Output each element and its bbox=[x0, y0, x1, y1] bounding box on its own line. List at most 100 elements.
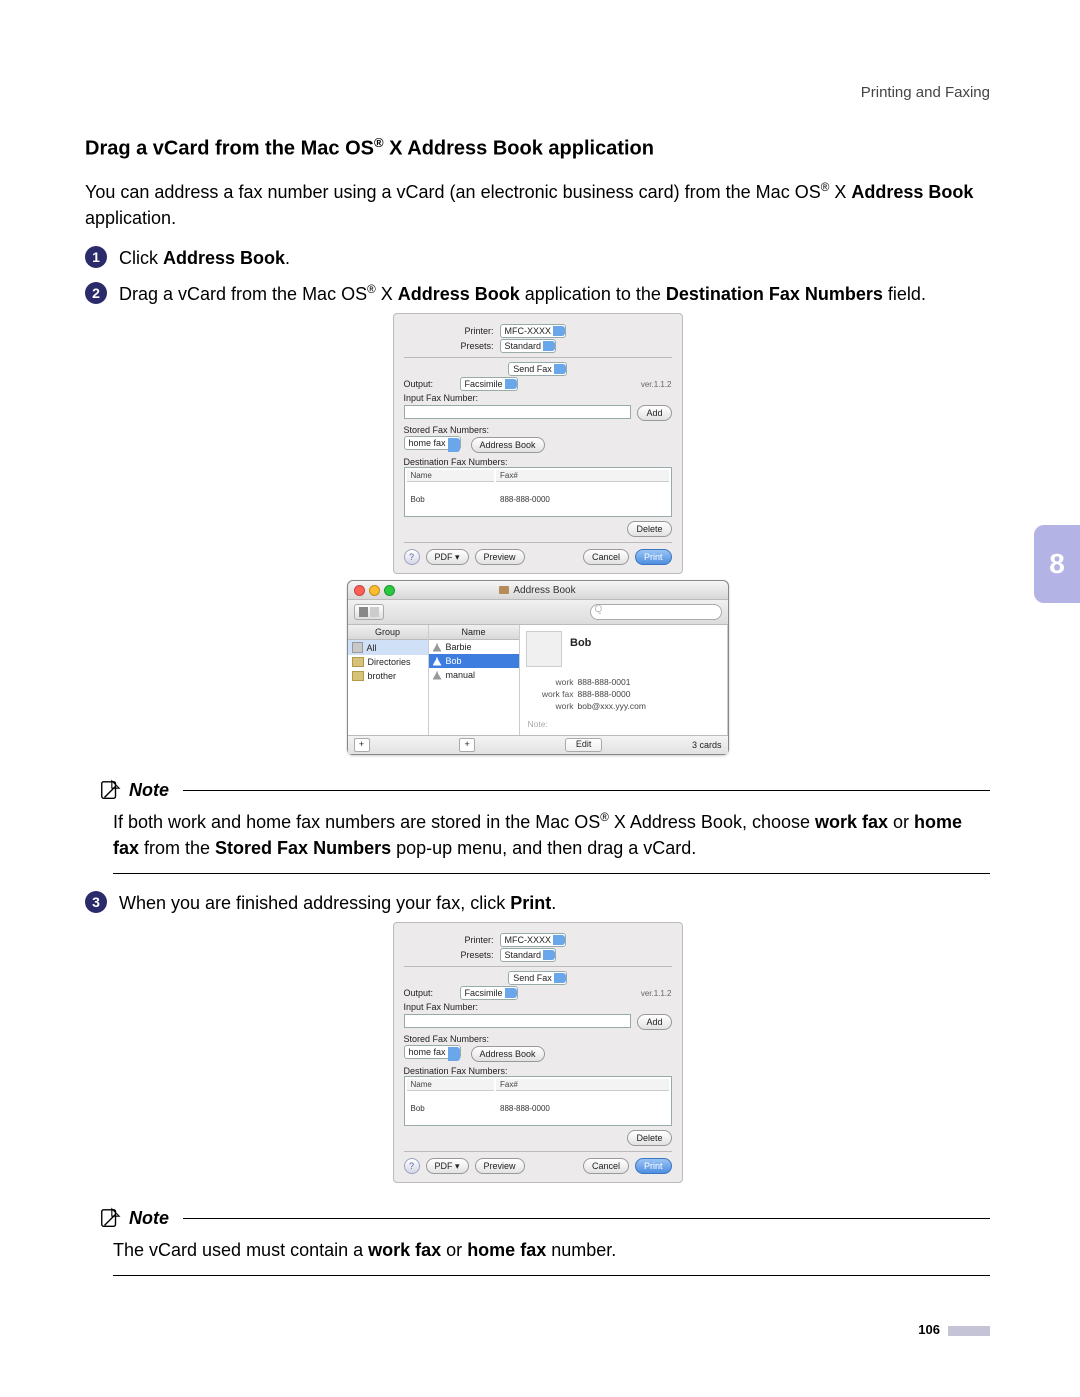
close-icon[interactable] bbox=[354, 585, 365, 596]
add-group-button[interactable]: + bbox=[354, 738, 370, 752]
pane-select[interactable]: Send Fax bbox=[508, 972, 567, 984]
dest-fax-list[interactable]: Name Fax# Bob 888-888-0000 bbox=[404, 1076, 672, 1126]
print-button[interactable]: Print bbox=[635, 549, 672, 565]
screenshot-address-book: Address Book Group All Directories broth… bbox=[85, 580, 990, 755]
delete-button[interactable]: Delete bbox=[627, 1130, 671, 1146]
name-item[interactable]: manual bbox=[429, 668, 519, 682]
card-line-label: work bbox=[528, 701, 574, 711]
book-icon bbox=[499, 586, 509, 594]
minimize-icon[interactable] bbox=[369, 585, 380, 596]
output-label: Output: bbox=[404, 379, 454, 389]
dest-fax-label: Destination Fax Numbers: bbox=[404, 1066, 508, 1076]
view-toggle-button[interactable] bbox=[354, 604, 384, 620]
dest-fax-list[interactable]: Name Fax# Bob 888-888-0000 bbox=[404, 467, 672, 517]
address-book-button[interactable]: Address Book bbox=[471, 437, 545, 453]
t-bold: Destination Fax Numbers bbox=[666, 284, 883, 304]
step-bullet: 2 bbox=[85, 282, 107, 304]
output-select[interactable]: Facsimile bbox=[460, 378, 518, 390]
pdf-button[interactable]: PDF ▾ bbox=[426, 1158, 469, 1174]
note-1: Note If both work and home fax numbers a… bbox=[99, 779, 990, 874]
stored-fax-select[interactable]: home fax bbox=[404, 437, 461, 453]
avatar bbox=[526, 631, 562, 667]
presets-select[interactable]: Standard bbox=[500, 340, 557, 352]
version-label: ver.1.1.2 bbox=[641, 380, 672, 389]
add-contact-button[interactable]: + bbox=[459, 738, 475, 752]
step-bullet: 1 bbox=[85, 246, 107, 268]
delete-button[interactable]: Delete bbox=[627, 521, 671, 537]
name-item-selected[interactable]: Bob bbox=[429, 654, 519, 668]
screenshot-sendfax-2: Printer: MFC-XXXX Presets: Standard Send… bbox=[85, 922, 990, 1183]
heading-pre: Drag a vCard from the Mac OS bbox=[85, 138, 374, 160]
output-select[interactable]: Facsimile bbox=[460, 987, 518, 999]
group-item-brother[interactable]: brother bbox=[348, 669, 428, 683]
preview-button[interactable]: Preview bbox=[475, 1158, 525, 1174]
t-bold: home fax bbox=[467, 1240, 546, 1260]
note-icon bbox=[99, 779, 121, 801]
group-label: All bbox=[367, 643, 377, 653]
table-row[interactable]: Bob 888-888-0000 bbox=[407, 1093, 669, 1123]
zoom-icon[interactable] bbox=[384, 585, 395, 596]
pdf-button[interactable]: PDF ▾ bbox=[426, 549, 469, 565]
printer-select[interactable]: MFC-XXXX bbox=[500, 934, 567, 946]
address-book-button[interactable]: Address Book bbox=[471, 1046, 545, 1062]
group-column: Group All Directories brother bbox=[348, 625, 429, 735]
t: X bbox=[376, 284, 398, 304]
t: Click bbox=[119, 248, 163, 268]
person-icon bbox=[433, 671, 442, 680]
table-row[interactable]: Bob 888-888-0000 bbox=[407, 484, 669, 514]
col-fax: Fax# bbox=[496, 1079, 668, 1091]
input-fax-field[interactable] bbox=[404, 1014, 632, 1028]
step-text: When you are finished addressing your fa… bbox=[119, 890, 990, 916]
version-label: ver.1.1.2 bbox=[641, 989, 672, 998]
note-label: Note bbox=[129, 1208, 169, 1229]
stored-value: home fax bbox=[404, 1045, 461, 1059]
presets-label: Presets: bbox=[404, 950, 494, 960]
reg-mark: ® bbox=[600, 811, 609, 824]
dest-fax-label: Destination Fax Numbers: bbox=[404, 457, 508, 467]
title-text: Address Book bbox=[513, 585, 575, 596]
card-count: 3 cards bbox=[692, 740, 722, 750]
group-item-directories[interactable]: Directories bbox=[348, 655, 428, 669]
cancel-button[interactable]: Cancel bbox=[583, 1158, 629, 1174]
card-line-value: 888-888-0001 bbox=[578, 677, 631, 687]
printer-value: MFC-XXXX bbox=[500, 933, 567, 947]
input-fax-field[interactable] bbox=[404, 405, 632, 419]
t: application to the bbox=[520, 284, 666, 304]
card-line: work888-888-0001 bbox=[528, 677, 719, 687]
group-label: brother bbox=[368, 671, 397, 681]
pane-select[interactable]: Send Fax bbox=[508, 363, 567, 375]
help-button[interactable]: ? bbox=[404, 1158, 420, 1174]
card-line-label: work fax bbox=[528, 689, 574, 699]
preview-button[interactable]: Preview bbox=[475, 549, 525, 565]
edit-button[interactable]: Edit bbox=[565, 738, 603, 752]
address-book-window: Address Book Group All Directories broth… bbox=[347, 580, 729, 755]
search-input[interactable] bbox=[590, 604, 722, 620]
col-fax: Fax# bbox=[496, 470, 668, 482]
reg-mark: ® bbox=[374, 135, 384, 150]
input-fax-label: Input Fax Number: bbox=[404, 1002, 479, 1012]
reg-mark: ® bbox=[367, 283, 376, 296]
help-button[interactable]: ? bbox=[404, 549, 420, 565]
group-item-all[interactable]: All bbox=[348, 640, 428, 655]
presets-value: Standard bbox=[500, 948, 557, 962]
name-item[interactable]: Barbie bbox=[429, 640, 519, 654]
name-label: manual bbox=[446, 670, 476, 680]
name-column: Name Barbie Bob manual bbox=[429, 625, 520, 735]
person-icon bbox=[433, 657, 442, 666]
stored-fax-label: Stored Fax Numbers: bbox=[404, 425, 490, 435]
presets-select[interactable]: Standard bbox=[500, 949, 557, 961]
add-button[interactable]: Add bbox=[637, 405, 671, 421]
stored-fax-select[interactable]: home fax bbox=[404, 1046, 461, 1062]
t: or bbox=[441, 1240, 467, 1260]
step-text: Click Address Book. bbox=[119, 245, 990, 271]
group-label: Directories bbox=[368, 657, 411, 667]
card-line: workbob@xxx.yyy.com bbox=[528, 701, 719, 711]
card-column: Bob work888-888-0001 work fax888-888-000… bbox=[520, 625, 728, 735]
cancel-button[interactable]: Cancel bbox=[583, 549, 629, 565]
cell-name: Bob bbox=[407, 484, 495, 514]
printer-select[interactable]: MFC-XXXX bbox=[500, 325, 567, 337]
cell-fax: 888-888-0000 bbox=[496, 1093, 668, 1123]
note-label: Note bbox=[129, 780, 169, 801]
add-button[interactable]: Add bbox=[637, 1014, 671, 1030]
print-button[interactable]: Print bbox=[635, 1158, 672, 1174]
